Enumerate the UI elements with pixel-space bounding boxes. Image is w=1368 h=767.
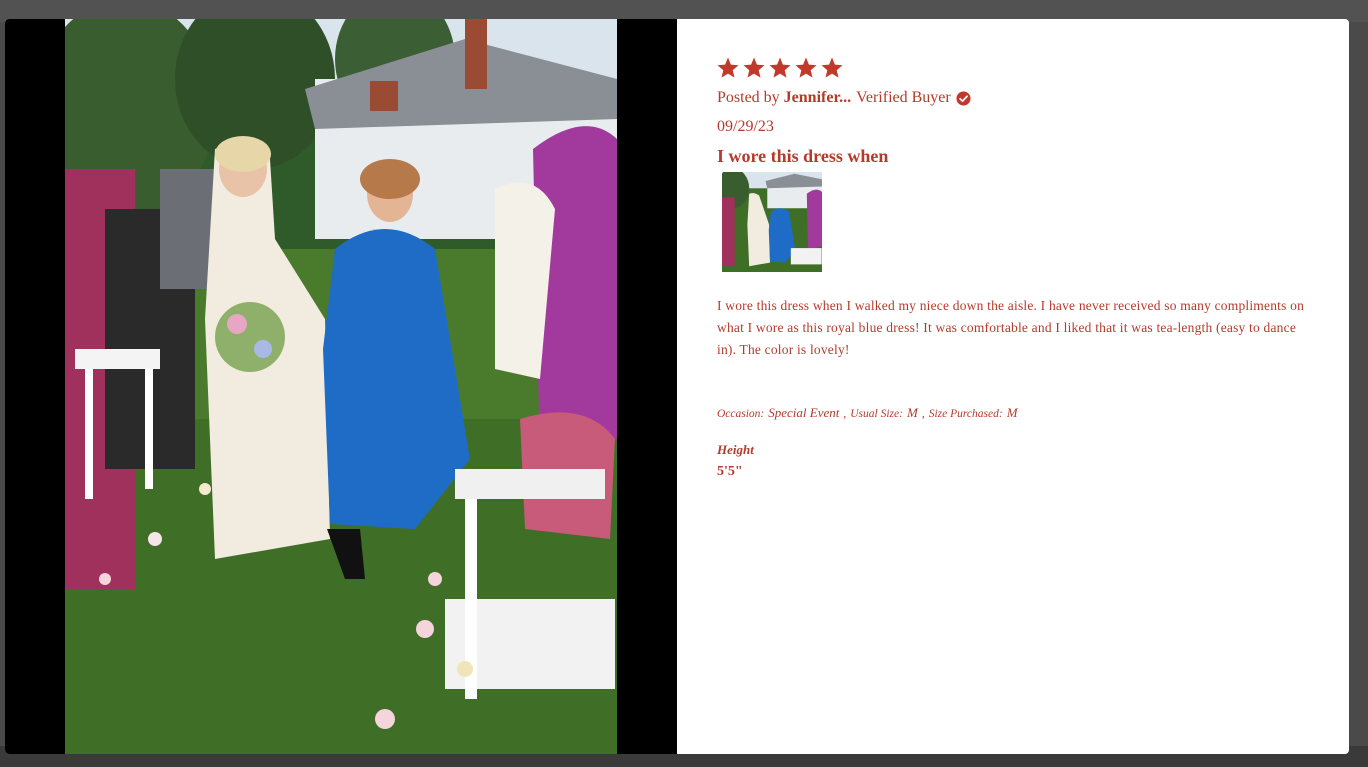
posted-by-line: Posted by Jennifer... Verified Buyer	[717, 89, 971, 107]
star-rating	[716, 56, 844, 80]
wedding-photo-icon	[65, 19, 617, 754]
review-photo	[65, 19, 617, 754]
review-modal: Posted by Jennifer... Verified Buyer 09/…	[5, 19, 1349, 754]
media-pane	[5, 19, 677, 754]
star-icon	[795, 57, 817, 78]
review-title: I wore this dress when	[717, 146, 889, 166]
review-attributes: Occasion: Special Event, Usual Size: M, …	[717, 405, 1018, 421]
height-label: Height	[717, 442, 754, 457]
height-value: 5'5"	[717, 464, 743, 479]
size-purchased-value: M	[1006, 405, 1018, 420]
wedding-photo-thumbnail-icon	[722, 172, 822, 272]
attribute-separator: ,	[921, 408, 925, 420]
review-body: I wore this dress when I walked my niece…	[717, 298, 1305, 357]
star-icon	[743, 57, 765, 78]
usual-size-value: M	[906, 405, 918, 420]
verified-buyer-label: Verified Buyer	[856, 89, 951, 106]
size-purchased-label: Size Purchased:	[928, 408, 1003, 420]
star-icon	[717, 57, 739, 78]
usual-size-label: Usual Size:	[850, 408, 903, 420]
occasion-label: Occasion:	[717, 408, 765, 420]
star-icon	[769, 57, 791, 78]
review-date: 09/29/23	[717, 118, 774, 135]
review-detail-pane: Posted by Jennifer... Verified Buyer 09/…	[677, 19, 1349, 754]
star-icon	[821, 57, 843, 78]
occasion-value: Special Event	[768, 405, 840, 420]
posted-by-prefix: Posted by	[717, 89, 780, 106]
review-photo-thumbnail[interactable]	[722, 172, 822, 272]
author-name: Jennifer...	[783, 89, 852, 106]
attribute-separator: ,	[843, 408, 847, 420]
verified-check-icon	[956, 90, 971, 106]
